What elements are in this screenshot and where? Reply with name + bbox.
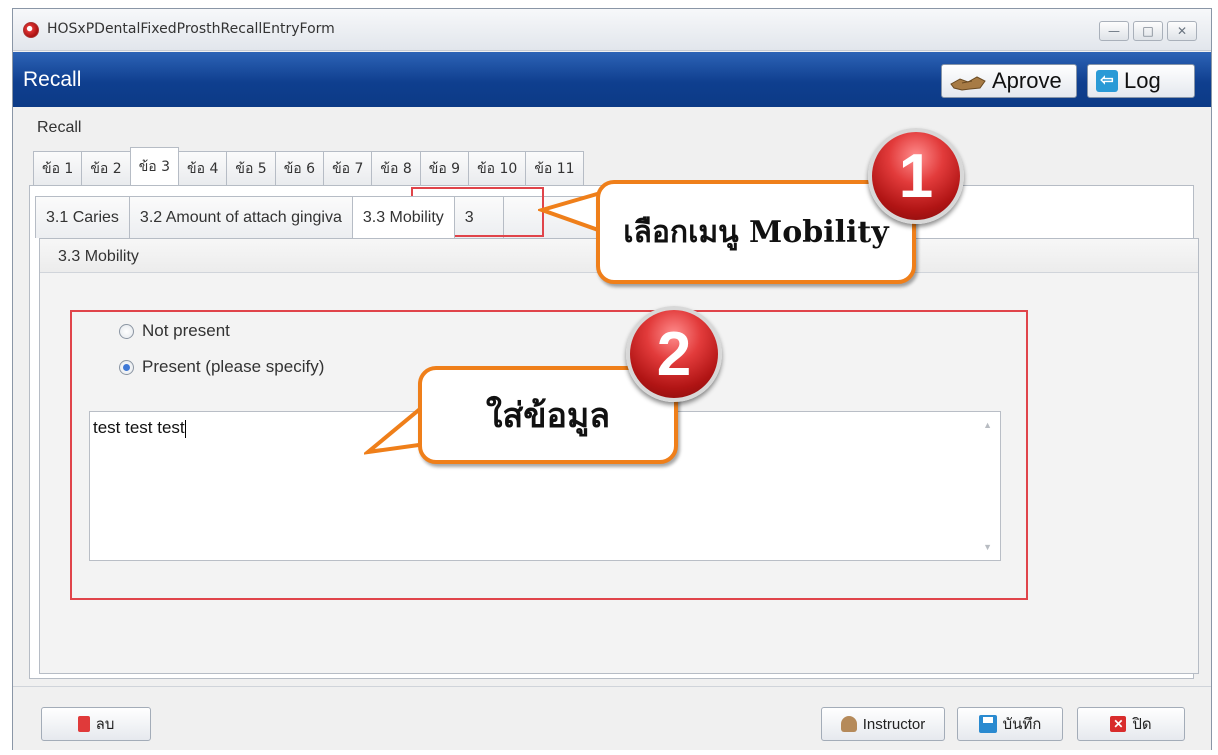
bottom-toolbar: ลบ Instructor บันทึก ✕ ปิด <box>13 686 1211 750</box>
tab-8[interactable]: ข้อ 8 <box>371 151 421 185</box>
instructor-label: Instructor <box>862 715 926 733</box>
delete-label: ลบ <box>95 716 115 733</box>
log-label: Log <box>1124 68 1161 93</box>
app-icon <box>23 22 39 38</box>
title-bar: HOSxPDentalFixedProsthRecallEntryForm — … <box>13 9 1211 51</box>
subtab-mobility[interactable]: 3.3 Mobility <box>351 196 455 238</box>
group-header-title: 3.3 Mobility <box>58 248 139 265</box>
user-icon <box>840 716 857 732</box>
maximize-button[interactable]: □ <box>1133 21 1163 41</box>
approve-button[interactable]: Aprove <box>941 64 1077 98</box>
window-title: HOSxPDentalFixedProsthRecallEntryForm <box>47 21 335 37</box>
instructor-button[interactable]: Instructor <box>821 707 945 741</box>
header-banner: Recall Aprove ⇦ Log <box>13 52 1211 107</box>
logout-icon: ⇦ <box>1096 70 1118 92</box>
callout-1: เลือกเมนู Mobility <box>596 180 916 284</box>
minimize-button[interactable]: — <box>1099 21 1129 41</box>
close-button[interactable]: ✕ ปิด <box>1077 707 1185 741</box>
handshake-icon <box>950 72 986 91</box>
delete-button[interactable]: ลบ <box>41 707 151 741</box>
callout-2-text: ใส่ข้อมูล <box>485 396 611 436</box>
subtab-attach-gingiva[interactable]: 3.2 Amount of attach gingiva <box>128 196 353 238</box>
save-button[interactable]: บันทึก <box>957 707 1063 741</box>
close-icon: ✕ <box>1110 716 1127 732</box>
callout-1-text: เลือกเมนู Mobility <box>623 214 889 250</box>
close-label: ปิด <box>1132 716 1152 733</box>
save-label: บันทึก <box>1002 716 1042 733</box>
tab-2[interactable]: ข้อ 2 <box>81 151 131 185</box>
approve-label: Aprove <box>992 68 1062 93</box>
tab-11[interactable]: ข้อ 11 <box>525 151 584 185</box>
recall-section-label: Recall <box>37 119 82 136</box>
log-button[interactable]: ⇦ Log <box>1087 64 1195 98</box>
step-1-number: 1 <box>898 141 934 211</box>
close-window-button[interactable]: ✕ <box>1167 21 1197 41</box>
main-tab-bar: ข้อ 1 ข้อ 2 ข้อ 3 ข้อ 4 ข้อ 5 ข้อ 6 ข้อ … <box>33 147 584 185</box>
delete-icon <box>77 716 90 732</box>
tab-7[interactable]: ข้อ 7 <box>323 151 373 185</box>
tab-5[interactable]: ข้อ 5 <box>226 151 276 185</box>
tab-3[interactable]: ข้อ 3 <box>129 147 180 185</box>
tab-10[interactable]: ข้อ 10 <box>468 151 527 185</box>
step-2-badge: 2 <box>626 306 722 402</box>
tab-4[interactable]: ข้อ 4 <box>178 151 228 185</box>
subtab-caries[interactable]: 3.1 Caries <box>35 196 130 238</box>
floppy-disk-icon <box>978 715 997 733</box>
tab-6[interactable]: ข้อ 6 <box>274 151 325 185</box>
banner-title: Recall <box>23 68 82 91</box>
step-2-number: 2 <box>656 319 692 389</box>
step-1-badge: 1 <box>868 128 964 224</box>
tab-9[interactable]: ข้อ 9 <box>419 151 470 185</box>
tab-1[interactable]: ข้อ 1 <box>33 151 83 185</box>
